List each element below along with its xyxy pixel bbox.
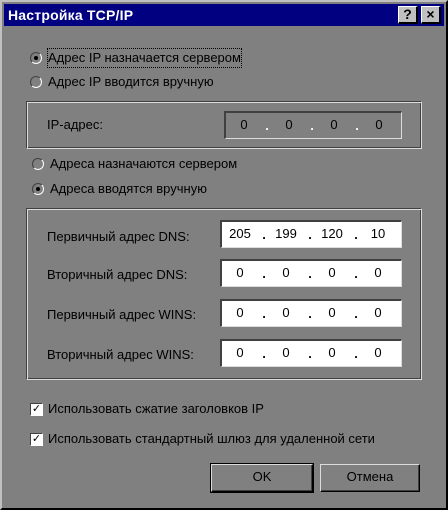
secondary-wins-field[interactable]: 0 . 0 . 0 . 0	[220, 339, 402, 367]
secondary-dns-octet-3[interactable]: 0	[314, 261, 350, 286]
primary-wins-octet-1[interactable]: 0	[222, 301, 258, 326]
checkbox-default-gateway-label: Использовать стандартный шлюз для удален…	[48, 431, 375, 446]
secondary-wins-label: Вторичный адрес WINS:	[47, 347, 194, 362]
check-icon: ✓	[31, 403, 42, 415]
ip-dot: .	[262, 346, 266, 361]
cancel-button-label: Отмена	[346, 469, 394, 484]
radio-ip-manual-indicator[interactable]	[30, 76, 42, 88]
radio-dns-server-label: Адреса назначаются сервером	[50, 156, 238, 171]
ip-dot: .	[354, 306, 358, 321]
primary-wins-field[interactable]: 0 . 0 . 0 . 0	[220, 299, 402, 327]
ip-dot: .	[310, 118, 314, 133]
ip-octet-1[interactable]: 0	[226, 113, 262, 138]
secondary-dns-octet-2[interactable]: 0	[268, 261, 304, 286]
server-addresses-group: Первичный адрес DNS: 205 . 199 . 120 . 1…	[26, 208, 422, 380]
ok-button-label: OK	[252, 469, 272, 484]
checkbox-header-compression-label: Использовать сжатие заголовков IP	[48, 401, 264, 416]
ip-dot: .	[354, 227, 358, 242]
ip-octet-4[interactable]: 0	[361, 113, 397, 138]
primary-wins-octet-2[interactable]: 0	[268, 301, 304, 326]
radio-dns-manual-label: Адреса вводятся вручную	[50, 181, 207, 196]
check-icon: ✓	[31, 433, 42, 445]
primary-wins-octet-3[interactable]: 0	[314, 301, 350, 326]
primary-wins-label: Первичный адрес WINS:	[47, 307, 197, 322]
radio-ip-server-indicator[interactable]	[30, 52, 42, 64]
ip-dot: .	[354, 346, 358, 361]
radio-dns-server-indicator[interactable]	[32, 158, 44, 170]
ip-dot: .	[262, 266, 266, 281]
ip-dot: .	[308, 306, 312, 321]
primary-wins-octet-4[interactable]: 0	[360, 301, 396, 326]
secondary-wins-octet-1[interactable]: 0	[222, 341, 258, 366]
help-button[interactable]: ?	[398, 6, 418, 24]
primary-dns-octet-1[interactable]: 205	[222, 222, 258, 247]
ip-dot: .	[308, 266, 312, 281]
title-bar[interactable]: Настройка TCP/IP ? ×	[4, 4, 444, 26]
ip-octet-2[interactable]: 0	[271, 113, 307, 138]
ip-address-label: IP-адрес:	[47, 117, 103, 132]
tcpip-settings-dialog: Настройка TCP/IP ? × Адрес IP назначаетс…	[0, 0, 448, 510]
secondary-wins-octet-2[interactable]: 0	[268, 341, 304, 366]
checkbox-default-gateway-box[interactable]: ✓	[30, 433, 43, 446]
secondary-dns-octet-4[interactable]: 0	[360, 261, 396, 286]
secondary-wins-octet-3[interactable]: 0	[314, 341, 350, 366]
ip-dot: .	[355, 118, 359, 133]
cancel-button[interactable]: Отмена	[320, 464, 420, 492]
primary-dns-label: Первичный адрес DNS:	[47, 229, 190, 244]
primary-dns-octet-3[interactable]: 120	[314, 222, 350, 247]
ip-dot: .	[262, 306, 266, 321]
ok-button[interactable]: OK	[210, 463, 314, 493]
primary-dns-field[interactable]: 205 . 199 . 120 . 10	[220, 220, 402, 248]
ip-dot: .	[265, 118, 269, 133]
ip-octet-3[interactable]: 0	[316, 113, 352, 138]
primary-dns-octet-4[interactable]: 10	[360, 222, 396, 247]
close-button[interactable]: ×	[421, 6, 441, 24]
ip-dot: .	[262, 227, 266, 242]
radio-ip-manual-label: Адрес IP вводится вручную	[48, 74, 214, 89]
secondary-dns-label: Вторичный адрес DNS:	[47, 267, 188, 282]
secondary-dns-octet-1[interactable]: 0	[222, 261, 258, 286]
ip-dot: .	[308, 227, 312, 242]
ip-dot: .	[354, 266, 358, 281]
ip-address-field[interactable]: 0 . 0 . 0 . 0	[224, 111, 402, 139]
checkbox-header-compression-box[interactable]: ✓	[30, 403, 43, 416]
ip-dot: .	[308, 346, 312, 361]
close-icon: ×	[426, 6, 435, 22]
secondary-dns-field[interactable]: 0 . 0 . 0 . 0	[220, 259, 402, 287]
ip-address-group: IP-адрес: 0 . 0 . 0 . 0	[26, 101, 422, 149]
help-icon: ?	[403, 6, 412, 22]
primary-dns-octet-2[interactable]: 199	[268, 222, 304, 247]
radio-ip-server-label: Адрес IP назначается сервером	[47, 48, 242, 68]
window-title: Настройка TCP/IP	[8, 7, 134, 23]
radio-dns-manual-indicator[interactable]	[32, 183, 44, 195]
secondary-wins-octet-4[interactable]: 0	[360, 341, 396, 366]
